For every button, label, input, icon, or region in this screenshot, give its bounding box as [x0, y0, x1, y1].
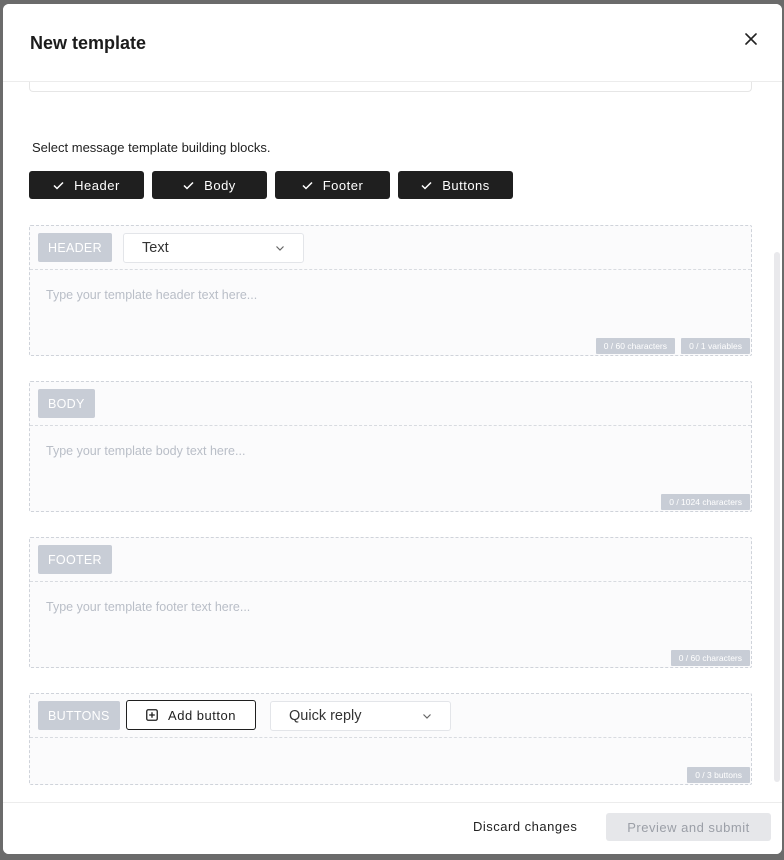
header-placeholder: Type your template header text here... — [46, 288, 258, 302]
footer-char-counter: 0 / 60 characters — [670, 650, 750, 666]
body-placeholder: Type your template body text here... — [46, 444, 246, 458]
header-text-area[interactable]: Type your template header text here... 0… — [30, 270, 751, 355]
chip-label: Buttons — [442, 177, 490, 193]
chip-body[interactable]: Body — [152, 171, 267, 199]
chevron-down-icon — [423, 714, 431, 719]
header-char-counter: 0 / 60 characters — [595, 338, 675, 354]
plus-square-icon — [146, 709, 158, 721]
add-button-label: Add button — [168, 707, 236, 723]
chip-footer[interactable]: Footer — [275, 171, 390, 199]
modal-title: New template — [30, 33, 147, 53]
footer-tag: FOOTER — [38, 545, 112, 574]
check-icon — [183, 181, 194, 190]
scrollbar[interactable] — [774, 252, 780, 782]
button-type-value: Quick reply — [289, 708, 362, 724]
header-tag: HEADER — [38, 233, 112, 262]
close-icon — [745, 33, 757, 45]
buttons-list-area: 0 / 3 buttons — [30, 738, 751, 784]
footer-text-area[interactable]: Type your template footer text here... 0… — [30, 582, 751, 667]
chip-header[interactable]: Header — [29, 171, 144, 199]
preview-and-submit-button[interactable]: Preview and submit — [606, 813, 771, 841]
check-icon — [53, 181, 64, 190]
chevron-down-icon — [276, 246, 284, 251]
header-var-counter: 0 / 1 variables — [681, 338, 750, 354]
header-type-value: Text — [142, 240, 169, 256]
modal-scroll-area[interactable]: Select message template building blocks.… — [3, 82, 782, 802]
add-button[interactable]: Add button — [126, 700, 256, 730]
body-tag: BODY — [38, 389, 95, 418]
close-button[interactable] — [742, 30, 760, 48]
new-template-modal: New template Select message template bui… — [3, 4, 782, 854]
footer-block: FOOTER Type your template footer text he… — [29, 537, 752, 668]
check-icon — [421, 181, 432, 190]
buttons-block-head: BUTTONS Add button Quick reply — [30, 694, 751, 738]
header-block: HEADER Text Type your template header te… — [29, 225, 752, 356]
body-char-counter: 0 / 1024 characters — [661, 494, 750, 510]
chip-label: Footer — [322, 177, 364, 193]
modal-footer: Discard changes Preview and submit — [3, 802, 782, 854]
body-block: BODY Type your template body text here..… — [29, 381, 752, 512]
block-chips: Header Body Footer Buttons — [29, 171, 513, 199]
buttons-tag: BUTTONS — [38, 701, 120, 730]
header-type-select[interactable]: Text — [123, 233, 304, 263]
chip-label: Header — [74, 177, 120, 193]
button-type-select[interactable]: Quick reply — [270, 701, 451, 731]
chip-buttons[interactable]: Buttons — [398, 171, 513, 199]
modal-header: New template — [3, 4, 782, 82]
body-block-head: BODY — [30, 382, 751, 426]
header-block-head: HEADER Text — [30, 226, 751, 270]
template-name-field[interactable] — [29, 82, 752, 92]
check-icon — [302, 181, 313, 190]
footer-block-head: FOOTER — [30, 538, 751, 582]
chip-label: Body — [204, 177, 236, 193]
buttons-block: BUTTONS Add button Quick reply 0 / 3 but… — [29, 693, 752, 785]
buttons-counter: 0 / 3 buttons — [687, 767, 750, 783]
body-text-area[interactable]: Type your template body text here... 0 /… — [30, 426, 751, 511]
discard-changes-button[interactable]: Discard changes — [473, 819, 577, 834]
footer-placeholder: Type your template footer text here... — [46, 600, 251, 614]
block-instruction: Select message template building blocks. — [32, 140, 271, 155]
